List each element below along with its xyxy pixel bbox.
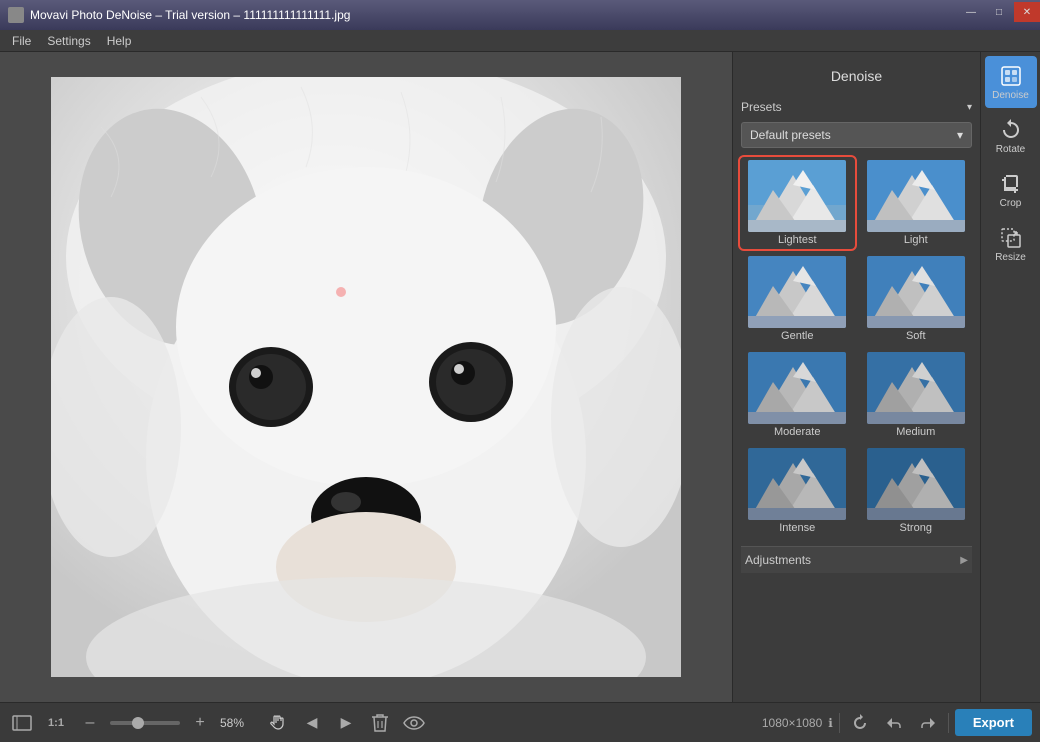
refresh-button[interactable]: [846, 709, 874, 737]
menu-file[interactable]: File: [4, 32, 39, 50]
presets-dropdown-label: Default presets: [750, 128, 831, 142]
presets-dropdown-arrow: ▾: [957, 128, 963, 142]
prev-button[interactable]: ◀: [298, 709, 326, 737]
preset-thumbnail-intense: [748, 448, 846, 520]
preset-light[interactable]: Light: [860, 158, 973, 248]
zoom-thumb[interactable]: [132, 717, 144, 729]
zoom-slider-container: [110, 721, 180, 725]
export-button[interactable]: Export: [955, 709, 1032, 736]
bottom-toolbar: 1:1 – + 58% ◀ ▶ 1080×1080 ℹ: [0, 702, 1040, 742]
panel-title: Denoise: [741, 60, 972, 96]
tool-denoise[interactable]: Denoise: [985, 56, 1037, 108]
one-to-one-button[interactable]: 1:1: [42, 709, 70, 737]
tool-crop-label: Crop: [1000, 198, 1022, 209]
resize-icon: [999, 226, 1023, 250]
title-bar: Movavi Photo DeNoise – Trial version – 1…: [0, 0, 1040, 30]
preset-soft[interactable]: Soft: [860, 254, 973, 344]
app-icon: [8, 7, 24, 23]
preset-label-soft: Soft: [906, 330, 926, 342]
preview-button[interactable]: [400, 709, 428, 737]
maximize-button[interactable]: □: [986, 2, 1012, 22]
denoise-icon: [999, 64, 1023, 88]
preset-label-lightest: Lightest: [778, 234, 817, 246]
close-button[interactable]: ✕: [1014, 2, 1040, 22]
window-controls: — □ ✕: [958, 0, 1040, 30]
adjustments-section[interactable]: Adjustments ▶: [741, 546, 972, 573]
menu-settings[interactable]: Settings: [39, 32, 98, 50]
zoom-out-button[interactable]: –: [76, 709, 104, 737]
preset-label-light: Light: [904, 234, 928, 246]
right-panel: Denoise Presets ▾ Default presets ▾: [732, 52, 980, 702]
zoom-slider[interactable]: [110, 721, 180, 725]
preset-strong[interactable]: Strong: [860, 446, 973, 536]
photo-container: [51, 77, 681, 677]
preset-thumbnail-soft: [867, 256, 965, 328]
preset-medium[interactable]: Medium: [860, 350, 973, 440]
tool-rotate-label: Rotate: [996, 144, 1025, 155]
tool-rotate[interactable]: Rotate: [985, 110, 1037, 162]
preset-intense[interactable]: Intense: [741, 446, 854, 536]
preset-label-moderate: Moderate: [774, 426, 820, 438]
image-dimensions: 1080×1080: [762, 716, 822, 730]
tool-resize-label: Resize: [995, 252, 1026, 263]
preset-lightest[interactable]: Lightest: [741, 158, 854, 248]
preset-label-strong: Strong: [900, 522, 932, 534]
zoom-value: 58%: [220, 716, 258, 730]
menu-bar: File Settings Help: [0, 30, 1040, 52]
hand-tool-button[interactable]: [264, 709, 292, 737]
preset-thumbnail-moderate: [748, 352, 846, 424]
preset-moderate[interactable]: Moderate: [741, 350, 854, 440]
next-button[interactable]: ▶: [332, 709, 360, 737]
tool-crop[interactable]: Crop: [985, 164, 1037, 216]
preset-thumbnail-strong: [867, 448, 965, 520]
preset-label-medium: Medium: [896, 426, 935, 438]
redo-button[interactable]: [914, 709, 942, 737]
rotate-icon: [999, 118, 1023, 142]
separator: [839, 713, 840, 733]
preset-thumbnail-lightest: [748, 160, 846, 232]
canvas-area: [0, 52, 732, 702]
undo-button[interactable]: [880, 709, 908, 737]
crop-icon: [999, 172, 1023, 196]
presets-label: Presets: [741, 100, 782, 114]
preset-thumbnail-light: [867, 160, 965, 232]
menu-help[interactable]: Help: [99, 32, 140, 50]
delete-button[interactable]: [366, 709, 394, 737]
preset-gentle[interactable]: Gentle: [741, 254, 854, 344]
window-title: Movavi Photo DeNoise – Trial version – 1…: [30, 8, 1032, 22]
dog-photo: [51, 77, 681, 677]
adjustments-label: Adjustments: [745, 553, 811, 567]
image-info-icon[interactable]: ℹ: [828, 716, 833, 730]
preset-grid: Lightest Light: [741, 158, 972, 536]
zoom-in-button[interactable]: +: [186, 709, 214, 737]
presets-header: Presets ▾: [741, 96, 972, 122]
preset-label-gentle: Gentle: [781, 330, 813, 342]
presets-dropdown[interactable]: Default presets ▾: [741, 122, 972, 148]
minimize-button[interactable]: —: [958, 2, 984, 22]
preset-thumbnail-medium: [867, 352, 965, 424]
preset-thumbnail-gentle: [748, 256, 846, 328]
tool-resize[interactable]: Resize: [985, 218, 1037, 270]
tool-denoise-label: Denoise: [992, 90, 1029, 101]
tool-sidebar: Denoise Rotate Crop: [980, 52, 1040, 702]
fit-button[interactable]: [8, 709, 36, 737]
separator2: [948, 713, 949, 733]
denoise-panel: Denoise Presets ▾ Default presets ▾: [733, 52, 980, 702]
presets-arrow[interactable]: ▾: [967, 102, 972, 113]
preset-label-intense: Intense: [779, 522, 815, 534]
adjustments-expand-icon: ▶: [960, 555, 968, 566]
main-layout: Denoise Presets ▾ Default presets ▾: [0, 52, 1040, 702]
